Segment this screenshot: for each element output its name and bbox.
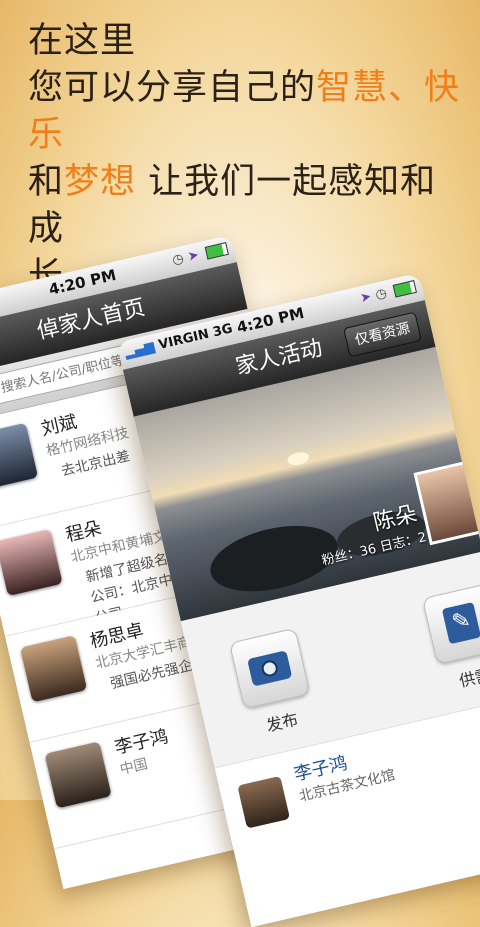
location-arrow-icon: ➤: [358, 289, 373, 307]
avatar[interactable]: [0, 422, 39, 490]
headline-highlight-2: 梦想: [64, 162, 137, 202]
avatar[interactable]: [0, 528, 63, 597]
sunset-sun: [286, 450, 311, 467]
avatar[interactable]: [44, 741, 112, 809]
resources-only-button[interactable]: 仅看资源: [343, 311, 422, 358]
headline-line-1: 在这里: [28, 21, 137, 61]
location-arrow-icon: ➤: [186, 247, 201, 265]
alarm-icon: ◷: [373, 285, 389, 303]
avatar[interactable]: [20, 635, 88, 703]
pencil-icon: [441, 602, 480, 645]
headline-line-3: 和梦想 让我们一起感知和成: [28, 162, 437, 249]
alarm-icon: ◷: [170, 251, 186, 269]
avatar[interactable]: [237, 775, 291, 829]
publish-button[interactable]: 发布: [221, 626, 325, 742]
supply-demand-button[interactable]: 供需: [414, 581, 480, 697]
headline-line-2: 您可以分享自己的智慧、快乐: [28, 68, 461, 155]
headline: 在这里 您可以分享自己的智慧、快乐 和梦想 让我们一起感知和成 长: [28, 18, 468, 300]
camera-icon: [247, 650, 293, 687]
